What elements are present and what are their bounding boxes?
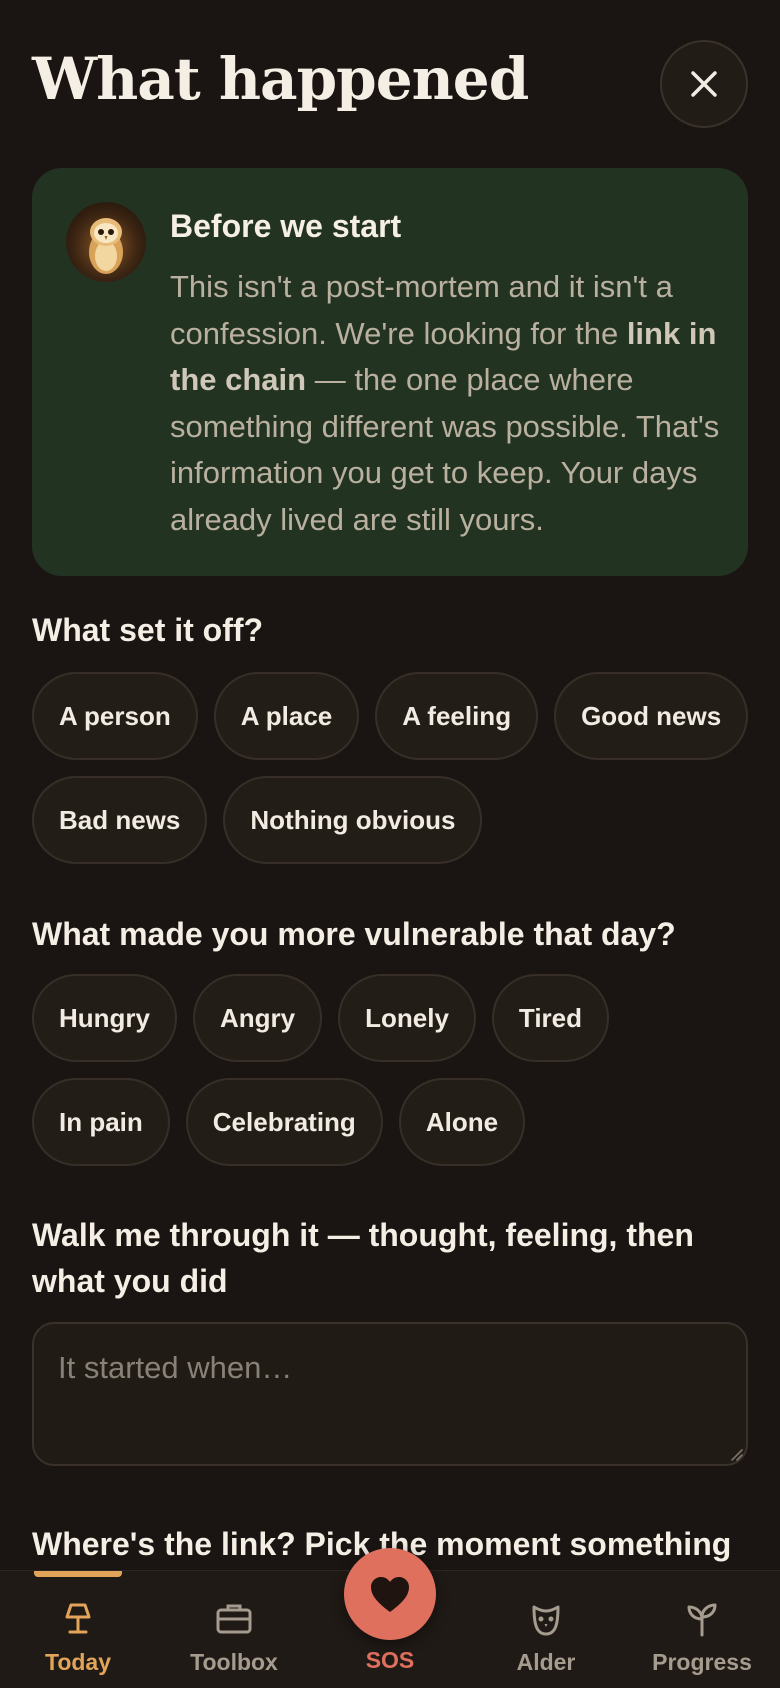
walkthrough-textarea[interactable] [32,1322,748,1466]
trigger-chip-bad-news[interactable]: Bad news [32,776,208,864]
briefcase-icon [216,1604,252,1634]
trigger-chip-place[interactable]: A place [213,672,360,760]
vulnerability-chip-celebrating[interactable]: Celebrating [185,1078,383,1166]
what-happened-screen: What happened Before we start This isn't… [0,0,780,1688]
intro-title: Before we start [170,208,402,244]
vulnerability-chip-angry[interactable]: Angry [193,974,323,1062]
nav-item-alder[interactable]: Alder [476,1571,616,1688]
walkthrough-label: Walk me through it — thought, feeling, t… [32,1217,694,1299]
nav-label-progress: Progress [652,1649,752,1675]
vulnerability-chip-in-pain[interactable]: In pain [32,1078,170,1166]
sos-button[interactable] [344,1548,436,1640]
nav-item-progress[interactable]: Progress [632,1571,772,1688]
triggers-row-2: Bad news Nothing obvious [32,776,483,864]
vulnerability-chip-tired[interactable]: Tired [491,974,610,1062]
owl-icon [89,218,123,274]
nav-label-sos: SOS [365,1647,415,1673]
nav-label-today: Today [44,1649,112,1675]
nav-item-today[interactable]: Today [8,1571,148,1688]
resize-grip-icon[interactable] [728,1446,744,1462]
triggers-label: What set it off? [32,612,264,648]
owl-face-icon [532,1605,560,1636]
owl-avatar [66,202,146,282]
close-icon [691,71,717,97]
header: What happened [32,40,748,130]
vulnerability-chip-lonely[interactable]: Lonely [338,974,476,1062]
nav-item-toolbox[interactable]: Toolbox [164,1571,304,1688]
vulnerability-label: What made you more vulnerable that day? [32,916,676,952]
heart-icon [371,1577,409,1612]
nav-label-alder: Alder [516,1649,576,1675]
intro-body: This isn't a post-mortem and it isn't a … [170,264,730,543]
sprout-icon [687,1603,717,1637]
intro-body-text-1: This isn't a post-mortem and it isn't a … [170,269,673,351]
triggers-row-1: A person A place A feeling Good news [32,672,749,760]
vulnerability-chip-alone[interactable]: Alone [398,1078,526,1166]
vulnerability-chip-hungry[interactable]: Hungry [32,974,177,1062]
vulnerability-row-2: In pain Celebrating Alone [32,1078,526,1166]
vulnerability-row-1: Hungry Angry Lonely Tired [32,974,610,1062]
lamp-icon [65,1603,91,1634]
trigger-chip-nothing-obvious[interactable]: Nothing obvious [223,776,483,864]
page-title: What happened [32,45,529,113]
trigger-chip-person[interactable]: A person [32,672,198,760]
trigger-chip-good-news[interactable]: Good news [554,672,749,760]
trigger-chip-feeling[interactable]: A feeling [375,672,539,760]
close-button[interactable] [660,40,748,128]
nav-label-toolbox: Toolbox [190,1649,278,1675]
intro-card: Before we start This isn't a post-mortem… [32,168,748,576]
